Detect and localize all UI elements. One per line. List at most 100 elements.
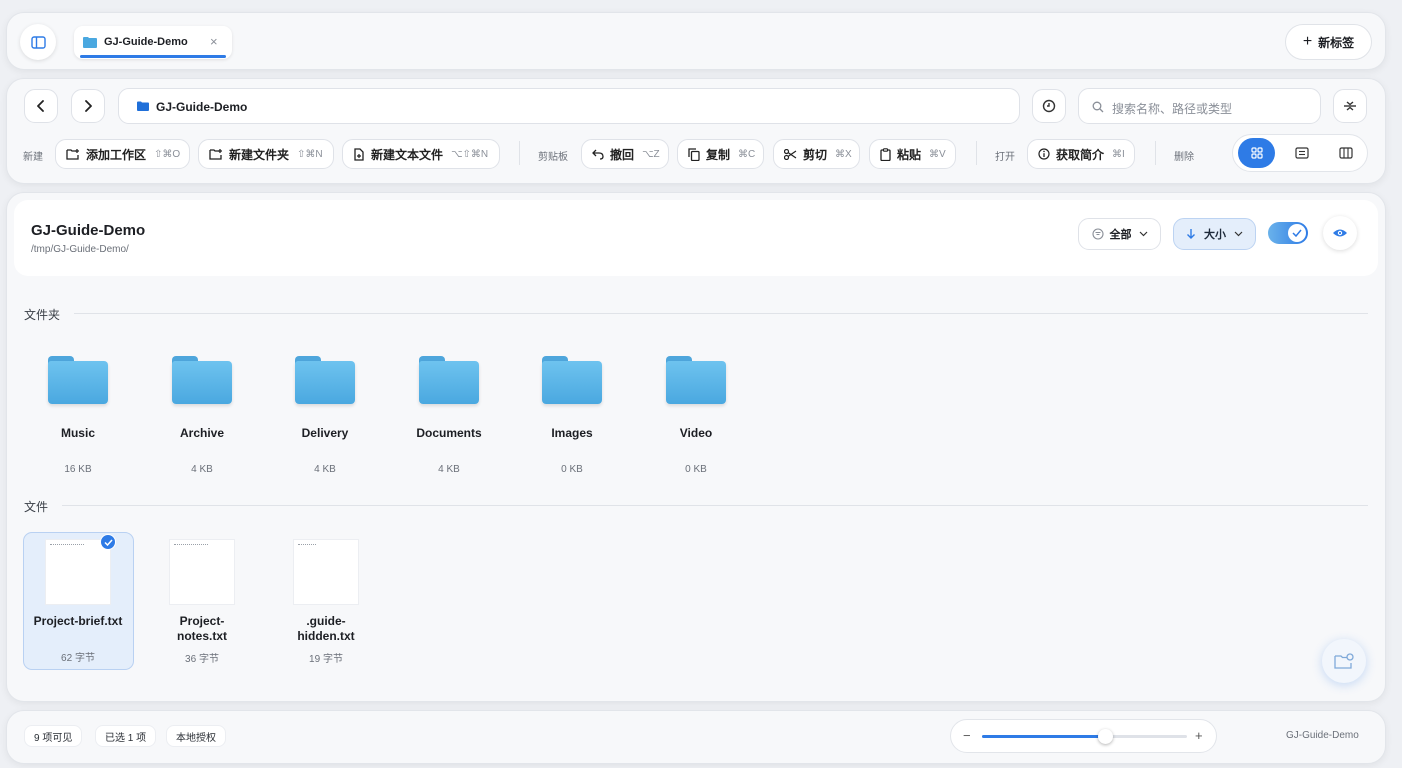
collapse-toolbar-button[interactable] xyxy=(1333,89,1367,123)
new-folder-label: 新建文件夹 xyxy=(229,147,290,162)
new-folder-shortcut: ⇧⌘N xyxy=(297,148,323,160)
new-tab-button[interactable]: + 新标签 xyxy=(1285,24,1372,60)
auth-badge: 本地授权 xyxy=(166,725,226,747)
grid-view-button[interactable] xyxy=(1238,138,1275,168)
zoom-slider-fill xyxy=(982,735,1105,738)
file-size: 62 字节 xyxy=(61,653,95,664)
scissors-icon xyxy=(784,148,797,160)
zoom-slider-knob[interactable] xyxy=(1098,729,1113,744)
tab-label: GJ-Guide-Demo xyxy=(104,36,188,48)
cut-button[interactable]: 剪切 ⌘X xyxy=(773,139,860,169)
get-info-shortcut: ⌘I xyxy=(1112,148,1125,160)
folder-item[interactable]: Music 16 KB xyxy=(23,356,133,475)
folder-item[interactable]: Documents 4 KB xyxy=(394,356,504,475)
file-name: Project-brief.txt xyxy=(33,614,123,628)
forward-button[interactable] xyxy=(71,89,105,123)
close-icon[interactable]: × xyxy=(210,34,218,49)
copy-shortcut: ⌘C xyxy=(738,148,756,160)
preview-button[interactable] xyxy=(1323,216,1357,250)
undo-icon xyxy=(592,149,604,160)
zoom-in-button[interactable]: + xyxy=(1195,728,1203,743)
new-text-file-button[interactable]: 新建文本文件 ⌥⇧⌘N xyxy=(342,139,500,169)
list-view-button[interactable] xyxy=(1283,138,1320,168)
add-workspace-button[interactable]: 添加工作区 ⇧⌘O xyxy=(55,139,190,169)
folder-icon xyxy=(419,356,479,404)
file-item[interactable]: .guide-hidden.txt 19 字节 xyxy=(271,540,381,665)
folder-add-icon xyxy=(66,149,79,160)
search-placeholder: 搜索名称、路径或类型 xyxy=(1112,102,1233,116)
sort-dropdown[interactable]: 大小 xyxy=(1173,218,1256,250)
folder-size: 4 KB xyxy=(314,464,336,475)
toolbar-divider xyxy=(519,141,520,165)
group-label-delete: 删除 xyxy=(1174,152,1194,163)
folder-icon xyxy=(48,356,108,404)
copy-label: 复制 xyxy=(706,147,731,162)
filter-dropdown[interactable]: 全部 xyxy=(1078,218,1161,250)
group-label-new: 新建 xyxy=(23,152,43,163)
folder-item[interactable]: Video 0 KB xyxy=(641,356,751,475)
add-workspace-label: 添加工作区 xyxy=(86,147,147,162)
active-tab-indicator xyxy=(80,55,226,58)
undo-label: 撤回 xyxy=(610,147,635,162)
back-button[interactable] xyxy=(24,89,58,123)
toolbar-divider xyxy=(1155,141,1156,165)
folder-item[interactable]: Archive 4 KB xyxy=(147,356,257,475)
sort-label: 大小 xyxy=(1204,229,1226,241)
undo-button[interactable]: 撤回 ⌥Z xyxy=(581,139,669,169)
folder-icon xyxy=(172,356,232,404)
copy-icon xyxy=(688,147,700,161)
get-info-button[interactable]: 获取简介 ⌘I xyxy=(1027,139,1135,169)
hidden-files-toggle[interactable] xyxy=(1268,222,1308,244)
folder-size: 4 KB xyxy=(191,464,213,475)
folder-name: Video xyxy=(679,426,713,440)
list-icon xyxy=(1294,147,1309,159)
file-name: .guide-hidden.txt xyxy=(297,614,355,643)
status-location: GJ-Guide-Demo xyxy=(1286,730,1359,741)
undo-shortcut: ⌥Z xyxy=(642,148,660,160)
cut-label: 剪切 xyxy=(803,147,828,162)
new-folder-fab[interactable] xyxy=(1322,639,1366,683)
visible-count-badge: 9 项可见 xyxy=(24,725,83,747)
file-size: 19 字节 xyxy=(309,654,343,665)
search-input[interactable]: 搜索名称、路径或类型 xyxy=(1078,88,1321,124)
folder-icon xyxy=(295,356,355,404)
chevron-down-icon xyxy=(1234,231,1243,237)
paste-button[interactable]: 粘贴 ⌘V xyxy=(869,139,956,169)
zoom-out-button[interactable]: − xyxy=(963,728,971,743)
breadcrumb-item[interactable]: GJ-Guide-Demo xyxy=(156,100,247,114)
folder-item[interactable]: Delivery 4 KB xyxy=(270,356,380,475)
new-folder-button[interactable]: 新建文件夹 ⇧⌘N xyxy=(198,139,334,169)
info-icon xyxy=(1038,148,1050,160)
folder-plus-icon xyxy=(209,149,222,160)
file-thumbnail xyxy=(170,540,234,604)
chevron-left-icon xyxy=(37,100,44,112)
cut-shortcut: ⌘X xyxy=(835,148,852,160)
column-view-button[interactable] xyxy=(1327,138,1364,168)
eye-icon xyxy=(1333,229,1347,237)
new-text-file-label: 新建文本文件 xyxy=(371,147,444,162)
breadcrumb[interactable]: GJ-Guide-Demo xyxy=(118,88,1020,124)
paste-label: 粘贴 xyxy=(897,147,922,162)
add-workspace-shortcut: ⇧⌘O xyxy=(154,148,181,160)
selected-check-icon xyxy=(100,534,116,550)
tab-gj-guide-demo[interactable]: GJ-Guide-Demo × xyxy=(74,26,232,59)
filter-icon xyxy=(1091,228,1104,240)
history-button[interactable] xyxy=(1032,89,1066,123)
folder-size: 0 KB xyxy=(561,464,583,475)
folder-size: 0 KB xyxy=(685,464,707,475)
zoom-slider[interactable] xyxy=(982,729,1187,744)
group-label-open: 打开 xyxy=(995,152,1015,163)
current-path: /tmp/GJ-Guide-Demo/ xyxy=(31,244,129,255)
file-item[interactable]: Project-notes.txt 36 字节 xyxy=(147,540,257,665)
file-item[interactable]: Project-brief.txt 62 字节 xyxy=(23,540,133,664)
folder-item[interactable]: Images 0 KB xyxy=(517,356,627,475)
file-plus-icon xyxy=(354,147,364,161)
copy-button[interactable]: 复制 ⌘C xyxy=(677,139,764,169)
sidebar-toggle-button[interactable] xyxy=(20,24,56,60)
zoom-control: − + xyxy=(950,719,1217,753)
file-thumbnail xyxy=(46,540,110,604)
paste-shortcut: ⌘V xyxy=(929,148,946,160)
file-size: 36 字节 xyxy=(185,654,219,665)
check-icon xyxy=(1292,229,1302,237)
section-title-folders: 文件夹 xyxy=(24,308,61,322)
